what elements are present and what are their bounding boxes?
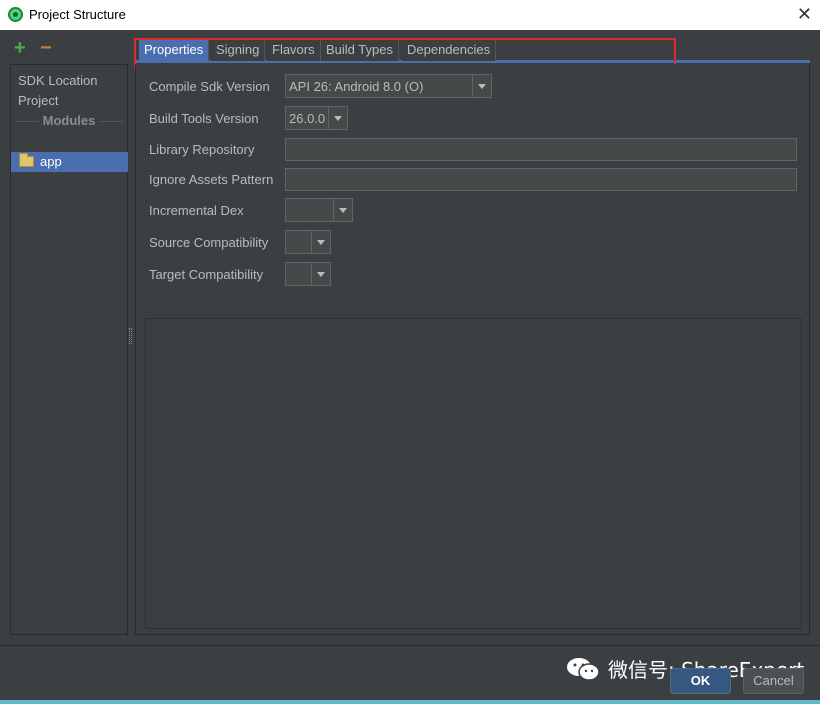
- window-title: Project Structure: [29, 7, 126, 22]
- chevron-down-icon: [328, 107, 347, 129]
- close-icon[interactable]: ✕: [797, 4, 812, 24]
- tab-signing[interactable]: Signing: [211, 39, 266, 61]
- compile-sdk-value: API 26: Android 8.0 (O): [289, 79, 424, 94]
- build-tools-label: Build Tools Version: [149, 111, 259, 126]
- window-bottom-edge: [0, 700, 820, 704]
- build-tools-value: 26.0.0: [289, 111, 326, 126]
- sidebar: + − SDK Location Project Modules app: [10, 37, 128, 635]
- library-repository-field[interactable]: [285, 138, 797, 161]
- chevron-down-icon: [311, 231, 330, 253]
- properties-panel: Compile Sdk Version API 26: Android 8.0 …: [135, 64, 810, 635]
- tab-strip: Properties Signing Flavors Build Types D…: [135, 39, 810, 63]
- modules-group-header: Modules: [11, 113, 127, 128]
- dialog-footer: 微信号: ShareExpert OK Cancel: [0, 645, 820, 704]
- source-compat-label: Source Compatibility: [149, 235, 269, 250]
- module-label: app: [40, 154, 62, 169]
- target-compat-dropdown[interactable]: [285, 262, 331, 286]
- wechat-icon: [567, 658, 600, 681]
- sidebar-item-sdk-location[interactable]: SDK Location: [18, 73, 98, 88]
- compile-sdk-dropdown[interactable]: API 26: Android 8.0 (O): [285, 74, 492, 98]
- sidebar-item-project[interactable]: Project: [18, 93, 58, 108]
- main-panel: Properties Signing Flavors Build Types D…: [134, 37, 810, 635]
- module-folder-icon: [19, 153, 34, 167]
- add-icon[interactable]: +: [14, 37, 26, 60]
- ok-button[interactable]: OK: [670, 668, 731, 694]
- target-compat-label: Target Compatibility: [149, 267, 264, 282]
- source-compat-dropdown[interactable]: [285, 230, 331, 254]
- sidebar-list: SDK Location Project Modules app: [10, 64, 128, 635]
- compile-sdk-label: Compile Sdk Version: [149, 79, 270, 94]
- chevron-down-icon: [472, 75, 491, 97]
- cancel-button[interactable]: Cancel: [743, 668, 804, 694]
- tab-flavors[interactable]: Flavors: [267, 39, 321, 61]
- details-area: [145, 318, 802, 629]
- incremental-dex-dropdown[interactable]: [285, 198, 353, 222]
- chevron-down-icon: [311, 263, 330, 285]
- tab-properties[interactable]: Properties: [139, 39, 210, 61]
- chevron-down-icon: [333, 199, 352, 221]
- ignore-assets-field[interactable]: [285, 168, 797, 191]
- panel-splitter[interactable]: [129, 328, 132, 344]
- remove-icon[interactable]: −: [40, 37, 52, 60]
- library-repository-label: Library Repository: [149, 142, 255, 157]
- title-bar: Project Structure ✕: [0, 0, 820, 30]
- module-item-app[interactable]: app: [11, 152, 128, 172]
- incremental-dex-label: Incremental Dex: [149, 203, 244, 218]
- tab-dependencies[interactable]: Dependencies: [402, 39, 497, 61]
- build-tools-dropdown[interactable]: 26.0.0: [285, 106, 348, 130]
- android-studio-icon: [8, 7, 23, 22]
- ignore-assets-label: Ignore Assets Pattern: [149, 172, 274, 187]
- tab-build-types[interactable]: Build Types: [321, 39, 399, 61]
